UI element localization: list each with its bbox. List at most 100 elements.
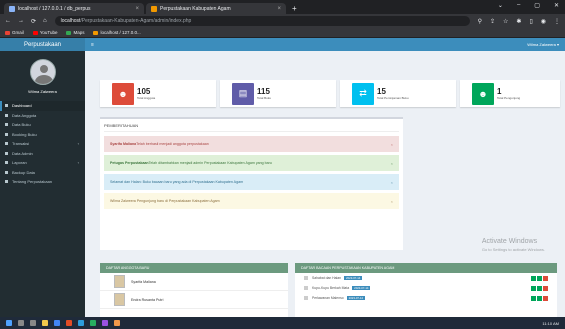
main-content: ☻ 105 Total Anggota ▤ 115 Total Buku ⇄ 15 T…	[85, 51, 565, 317]
row-actions	[531, 295, 548, 301]
alert-warning: Wilma Zalweera Pengunjung baru di Perpus…	[104, 193, 399, 209]
url-path: /Perpustakaan-Kabupaten-Agam/admin/index…	[80, 18, 192, 24]
exchange-icon	[5, 142, 8, 146]
app-icon[interactable]	[102, 320, 108, 326]
share-icon[interactable]: ⇪	[490, 18, 495, 25]
stat-box-peminjaman: ⇄ 15 Total Peminjaman Buku	[340, 80, 456, 107]
zoom-icon[interactable]: ⚲	[478, 18, 482, 25]
search-icon[interactable]	[18, 320, 24, 326]
home-icon[interactable]: ⌂	[43, 18, 47, 25]
alert-strong: Syarifa Maliana	[110, 142, 137, 146]
url-field[interactable]: localhost /Perpustakaan-Kabupaten-Agam/a…	[54, 16, 470, 26]
checkbox[interactable]	[304, 296, 308, 300]
sidebar-item-label: Laporan	[12, 160, 27, 166]
app-icon[interactable]	[90, 320, 96, 326]
delete-icon[interactable]	[543, 285, 548, 291]
sidebar-item-data-buku[interactable]: Data Buku	[0, 120, 85, 130]
sidebar-item-laporan[interactable]: Laporan ‹	[0, 158, 85, 168]
edit-icon[interactable]	[537, 285, 542, 291]
bookmark-maps[interactable]: Maps	[66, 30, 84, 35]
delete-icon[interactable]	[543, 295, 548, 301]
extensions-icon[interactable]: ✱	[516, 18, 521, 25]
profile-icon[interactable]: ◉	[541, 18, 546, 25]
list-item[interactable]: Endra Rusanta Putri	[100, 291, 288, 309]
book-title: Sahabat dan Halan	[312, 276, 342, 280]
member-name: Endra Rusanta Putri	[131, 297, 164, 302]
taskbar-clock[interactable]: 11:10 AM	[542, 321, 559, 326]
minimize-button[interactable]: –	[517, 2, 520, 9]
navigation-buttons: ← → ⟳ ⌂	[5, 18, 47, 25]
back-icon[interactable]: ←	[5, 18, 11, 25]
sidebar-item-label: Backup Data	[12, 169, 35, 175]
checkbox[interactable]	[304, 276, 308, 280]
close-icon[interactable]: ×	[391, 161, 393, 166]
date-badge: 2023-07-14	[352, 286, 371, 290]
panel-title: DAFTAR BACAAN PERPUSTAKAAN KABUPATEN AGA…	[295, 263, 557, 273]
watermark-subtitle: Go to Settings to activate Windows.	[481, 247, 545, 252]
check-icon[interactable]	[531, 295, 536, 301]
sidebar-item-transaksi[interactable]: Transaksi ‹	[0, 139, 85, 149]
app-icon[interactable]	[66, 320, 72, 326]
stat-number: 1	[497, 87, 502, 96]
browser-toolbar: ⚲ ⇪ ☆ ✱ ▯ ◉ ⋮	[478, 18, 560, 25]
menu-icon[interactable]: ⋮	[554, 18, 560, 25]
task-view-icon[interactable]	[30, 320, 36, 326]
maximize-button[interactable]: ▢	[534, 2, 540, 9]
bookmark-gmail[interactable]: Gmail	[5, 30, 24, 35]
tab-title: localhost / 127.0.0.1 / db_perpus	[18, 5, 91, 12]
browser-tab-phpmyadmin[interactable]: localhost / 127.0.0.1 / db_perpus ×	[4, 3, 144, 14]
chrome-icon[interactable]	[54, 320, 60, 326]
reload-icon[interactable]: ⟳	[31, 18, 36, 25]
sidebar-item-data-admin[interactable]: Data Admin	[0, 149, 85, 159]
bookmark-icon	[5, 132, 8, 136]
new-tab-button[interactable]: +	[292, 3, 297, 14]
sidebar-item-booking-buku[interactable]: Booking Buku	[0, 130, 85, 140]
member-photo	[114, 293, 125, 306]
bookmark-youtube[interactable]: YouTube	[33, 30, 58, 35]
sidebar-item-data-anggota[interactable]: Data Anggota	[0, 111, 85, 121]
window-controls: ⌄ – ▢ ✕	[498, 2, 559, 9]
star-icon[interactable]: ☆	[503, 18, 508, 25]
app-icon[interactable]	[114, 320, 120, 326]
sidebar-item-dashboard[interactable]: Dashboard	[0, 101, 85, 111]
delete-icon[interactable]	[543, 275, 548, 281]
close-icon[interactable]: ×	[391, 199, 393, 204]
panel-title: DAFTAR ANGGOTA BARU	[100, 263, 288, 273]
alert-text: Wilma Zalweera Pengunjung baru di Perpus…	[110, 199, 220, 203]
user-icon	[5, 113, 8, 117]
stat-box-pengunjung: ☻ 1 Total Pengunjung	[460, 80, 560, 107]
close-icon[interactable]: ×	[391, 142, 393, 147]
book-icon	[5, 123, 8, 127]
check-icon[interactable]	[531, 275, 536, 281]
sidebar-item-tentang[interactable]: Tentang Perpustakaan	[0, 177, 85, 187]
url-host: localhost	[60, 18, 81, 24]
book-title: Kupu-Kupu Berkah Mata	[312, 286, 350, 290]
stat-label: Total Buku	[257, 96, 272, 100]
edit-icon[interactable]	[537, 295, 542, 301]
app-logo[interactable]: Perpustakaan	[0, 38, 85, 51]
date-badge: 2023-07-14	[346, 296, 365, 300]
sidebar-toggle-button[interactable]: ≡	[91, 42, 94, 48]
bookmark-localhost[interactable]: localhost / 127.0.0...	[93, 30, 140, 35]
close-icon[interactable]: ×	[135, 6, 139, 12]
close-icon[interactable]: ×	[277, 6, 281, 12]
edit-icon[interactable]	[537, 275, 542, 281]
close-icon[interactable]: ×	[391, 180, 393, 185]
chevron-left-icon: ‹	[77, 141, 79, 147]
tab-search-icon[interactable]: ⌄	[498, 2, 503, 9]
close-window-button[interactable]: ✕	[554, 2, 559, 9]
database-icon	[5, 170, 8, 174]
check-icon[interactable]	[531, 285, 536, 291]
sidebar: Perpustakaan Wilma Zalweera Dashboard Da…	[0, 38, 85, 317]
list-item[interactable]: Syarifa Maliana	[100, 273, 288, 291]
stat-label: Total Pengunjung	[497, 96, 521, 100]
browser-tab-perpustakaan[interactable]: Perpustakaan Kabupaten Agam ×	[146, 3, 286, 14]
sidebar-icon[interactable]: ▯	[529, 18, 532, 25]
file-explorer-icon[interactable]	[42, 320, 48, 326]
app-icon[interactable]	[78, 320, 84, 326]
start-icon[interactable]	[6, 320, 12, 326]
user-menu[interactable]: Wilma Zalweera ▾	[527, 42, 559, 47]
sidebar-item-backup-data[interactable]: Backup Data	[0, 168, 85, 178]
forward-icon[interactable]: →	[18, 18, 24, 25]
checkbox[interactable]	[304, 286, 308, 290]
